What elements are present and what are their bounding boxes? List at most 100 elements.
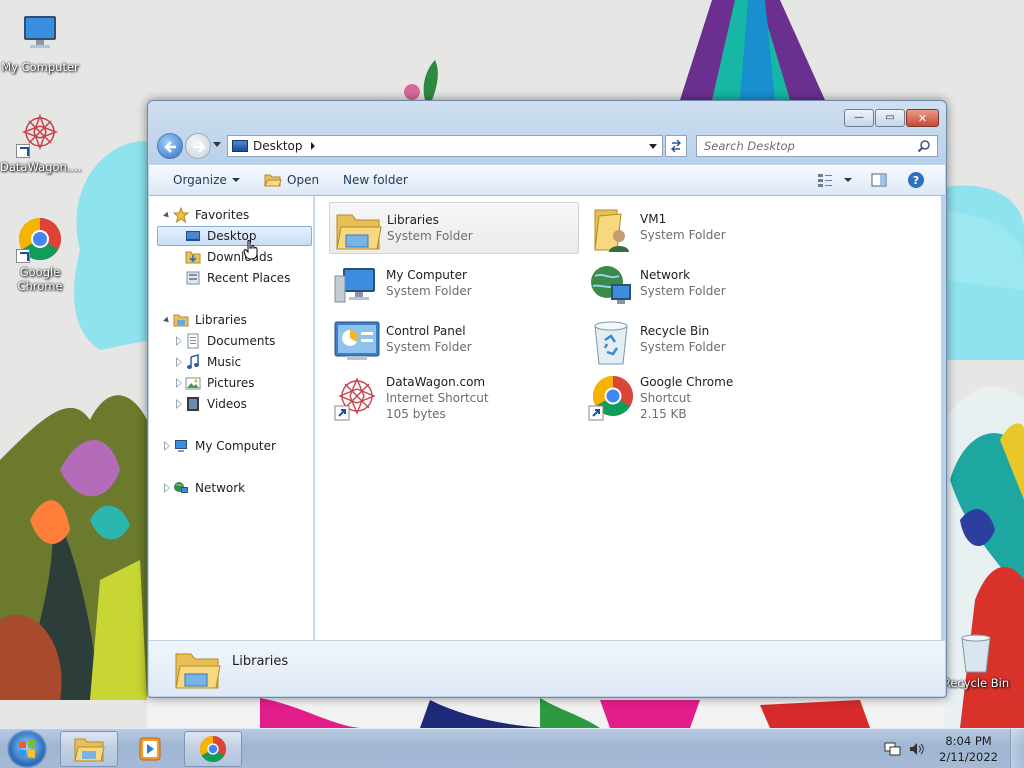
refresh-button[interactable] bbox=[665, 135, 687, 157]
taskbar-explorer[interactable] bbox=[60, 731, 118, 767]
show-desktop-button[interactable] bbox=[1010, 729, 1024, 768]
chevron-down-icon[interactable] bbox=[844, 178, 852, 182]
desktop-icon-label: Google Chrome bbox=[17, 265, 63, 293]
close-icon: ✕ bbox=[917, 111, 928, 125]
nav-recent-places[interactable]: Recent Places bbox=[149, 268, 313, 288]
search-icon[interactable] bbox=[917, 139, 931, 153]
breadcrumb-desktop[interactable]: Desktop bbox=[253, 139, 303, 153]
address-bar[interactable]: Desktop bbox=[227, 135, 663, 157]
expand-closed-icon[interactable] bbox=[175, 357, 182, 367]
desktop-icon bbox=[232, 140, 248, 152]
file-name: VM1 bbox=[640, 212, 667, 226]
expand-open-icon[interactable] bbox=[163, 316, 171, 324]
folder-open-icon bbox=[264, 174, 282, 187]
file-type: System Folder bbox=[640, 228, 726, 242]
nav-label: Documents bbox=[207, 334, 276, 348]
svg-text:?: ? bbox=[913, 174, 919, 187]
command-bar: Organize Open New folder ? bbox=[149, 165, 945, 196]
nav-music[interactable]: Music bbox=[149, 352, 313, 372]
explorer-window[interactable]: — ▭ ✕ Desktop Organize bbox=[147, 100, 947, 698]
breadcrumb-chevron-icon[interactable] bbox=[310, 142, 315, 150]
taskbar-media-player[interactable] bbox=[122, 731, 180, 767]
desktop-icon-my-computer[interactable]: My Computer bbox=[0, 10, 80, 74]
file-type: System Folder bbox=[387, 229, 473, 243]
clock[interactable]: 8:04 PM 2/11/2022 bbox=[939, 733, 998, 765]
desktop-icon-google-chrome[interactable]: Google Chrome bbox=[0, 215, 80, 293]
libraries-folder-icon bbox=[173, 646, 221, 694]
new-folder-button[interactable]: New folder bbox=[343, 173, 408, 187]
file-item-vm1[interactable]: VM1 System Folder bbox=[583, 202, 833, 254]
maximize-button[interactable]: ▭ bbox=[875, 109, 905, 127]
recycle-bin-icon bbox=[587, 318, 635, 366]
recent-pages-dropdown[interactable] bbox=[213, 142, 221, 147]
open-label: Open bbox=[287, 173, 320, 187]
nav-videos[interactable]: Videos bbox=[149, 394, 313, 414]
refresh-icon bbox=[671, 139, 681, 153]
address-dropdown-icon[interactable] bbox=[649, 144, 657, 149]
nav-favorites[interactable]: Favorites bbox=[149, 205, 313, 225]
control-panel-icon bbox=[333, 318, 381, 366]
taskbar-google-chrome[interactable] bbox=[184, 731, 242, 767]
file-name: Recycle Bin bbox=[640, 324, 710, 338]
desktop-icon-datawagon[interactable]: DataWagon.... bbox=[0, 110, 82, 174]
nav-libraries[interactable]: Libraries bbox=[149, 310, 313, 330]
file-item-control-panel[interactable]: Control Panel System Folder bbox=[329, 314, 579, 366]
desktop-icon-recycle-bin[interactable]: Recycle Bin bbox=[936, 630, 1016, 690]
nav-label: Recent Places bbox=[207, 271, 291, 285]
start-button[interactable] bbox=[7, 730, 47, 768]
file-name: DataWagon.com bbox=[386, 375, 486, 389]
libraries-folder-icon bbox=[334, 207, 382, 255]
downloads-folder-icon bbox=[185, 249, 201, 265]
file-item-libraries[interactable]: Libraries System Folder bbox=[329, 202, 579, 254]
change-view-button[interactable] bbox=[817, 172, 852, 188]
close-button[interactable]: ✕ bbox=[906, 109, 939, 127]
forward-button[interactable] bbox=[185, 133, 211, 159]
navigation-bar: Desktop bbox=[156, 133, 938, 159]
file-item-google-chrome[interactable]: Google Chrome Shortcut 2.15 KB bbox=[583, 370, 833, 422]
clock-date: 2/11/2022 bbox=[939, 750, 998, 764]
details-name: Libraries bbox=[232, 654, 289, 669]
expand-closed-icon[interactable] bbox=[175, 399, 182, 409]
expand-closed-icon[interactable] bbox=[175, 378, 182, 388]
nav-desktop[interactable]: Desktop bbox=[149, 226, 313, 246]
expand-open-icon[interactable] bbox=[163, 211, 171, 219]
nav-label: Downloads bbox=[207, 250, 273, 264]
file-name: Control Panel bbox=[386, 324, 466, 338]
nav-pictures[interactable]: Pictures bbox=[149, 373, 313, 393]
recycle-bin-icon bbox=[956, 630, 996, 674]
volume-tray-icon[interactable] bbox=[908, 741, 926, 757]
file-item-datawagon[interactable]: DataWagon.com Internet Shortcut 105 byte… bbox=[329, 370, 579, 422]
search-input[interactable] bbox=[704, 137, 914, 155]
minimize-icon: — bbox=[854, 112, 864, 123]
nav-my-computer[interactable]: My Computer bbox=[149, 436, 313, 456]
network-tray-icon[interactable] bbox=[884, 741, 902, 757]
expand-closed-icon[interactable] bbox=[175, 336, 182, 346]
datawagon-shortcut-icon bbox=[333, 374, 381, 422]
help-button[interactable]: ? bbox=[907, 171, 925, 189]
back-button[interactable] bbox=[157, 133, 183, 159]
file-type: System Folder bbox=[386, 340, 472, 354]
expand-closed-icon[interactable] bbox=[163, 441, 170, 451]
expand-closed-icon[interactable] bbox=[163, 483, 170, 493]
open-button[interactable]: Open bbox=[264, 173, 319, 187]
user-folder-icon bbox=[587, 206, 635, 254]
file-item-network[interactable]: Network System Folder bbox=[583, 258, 833, 310]
desktop-icon-label: DataWagon.... bbox=[0, 160, 82, 174]
search-box[interactable] bbox=[696, 135, 938, 157]
nav-documents[interactable]: Documents bbox=[149, 331, 313, 351]
preview-pane-button[interactable] bbox=[871, 172, 887, 188]
nav-network[interactable]: Network bbox=[149, 478, 313, 498]
nav-label: Music bbox=[207, 355, 242, 369]
navigation-pane: Favorites Desktop Downloads Recent Place… bbox=[149, 196, 314, 640]
minimize-button[interactable]: — bbox=[844, 109, 874, 127]
file-list: Libraries System Folder VM1 System Folde… bbox=[315, 196, 941, 640]
file-size: 105 bytes bbox=[386, 407, 446, 421]
computer-icon bbox=[173, 438, 189, 454]
nav-downloads[interactable]: Downloads bbox=[149, 247, 313, 267]
organize-menu[interactable]: Organize bbox=[173, 173, 240, 187]
file-item-recycle-bin[interactable]: Recycle Bin System Folder bbox=[583, 314, 833, 366]
file-item-my-computer[interactable]: My Computer System Folder bbox=[329, 258, 579, 310]
computer-icon bbox=[16, 10, 64, 58]
desktop-icon-label: Recycle Bin bbox=[942, 676, 1010, 690]
recent-places-icon bbox=[185, 270, 201, 286]
